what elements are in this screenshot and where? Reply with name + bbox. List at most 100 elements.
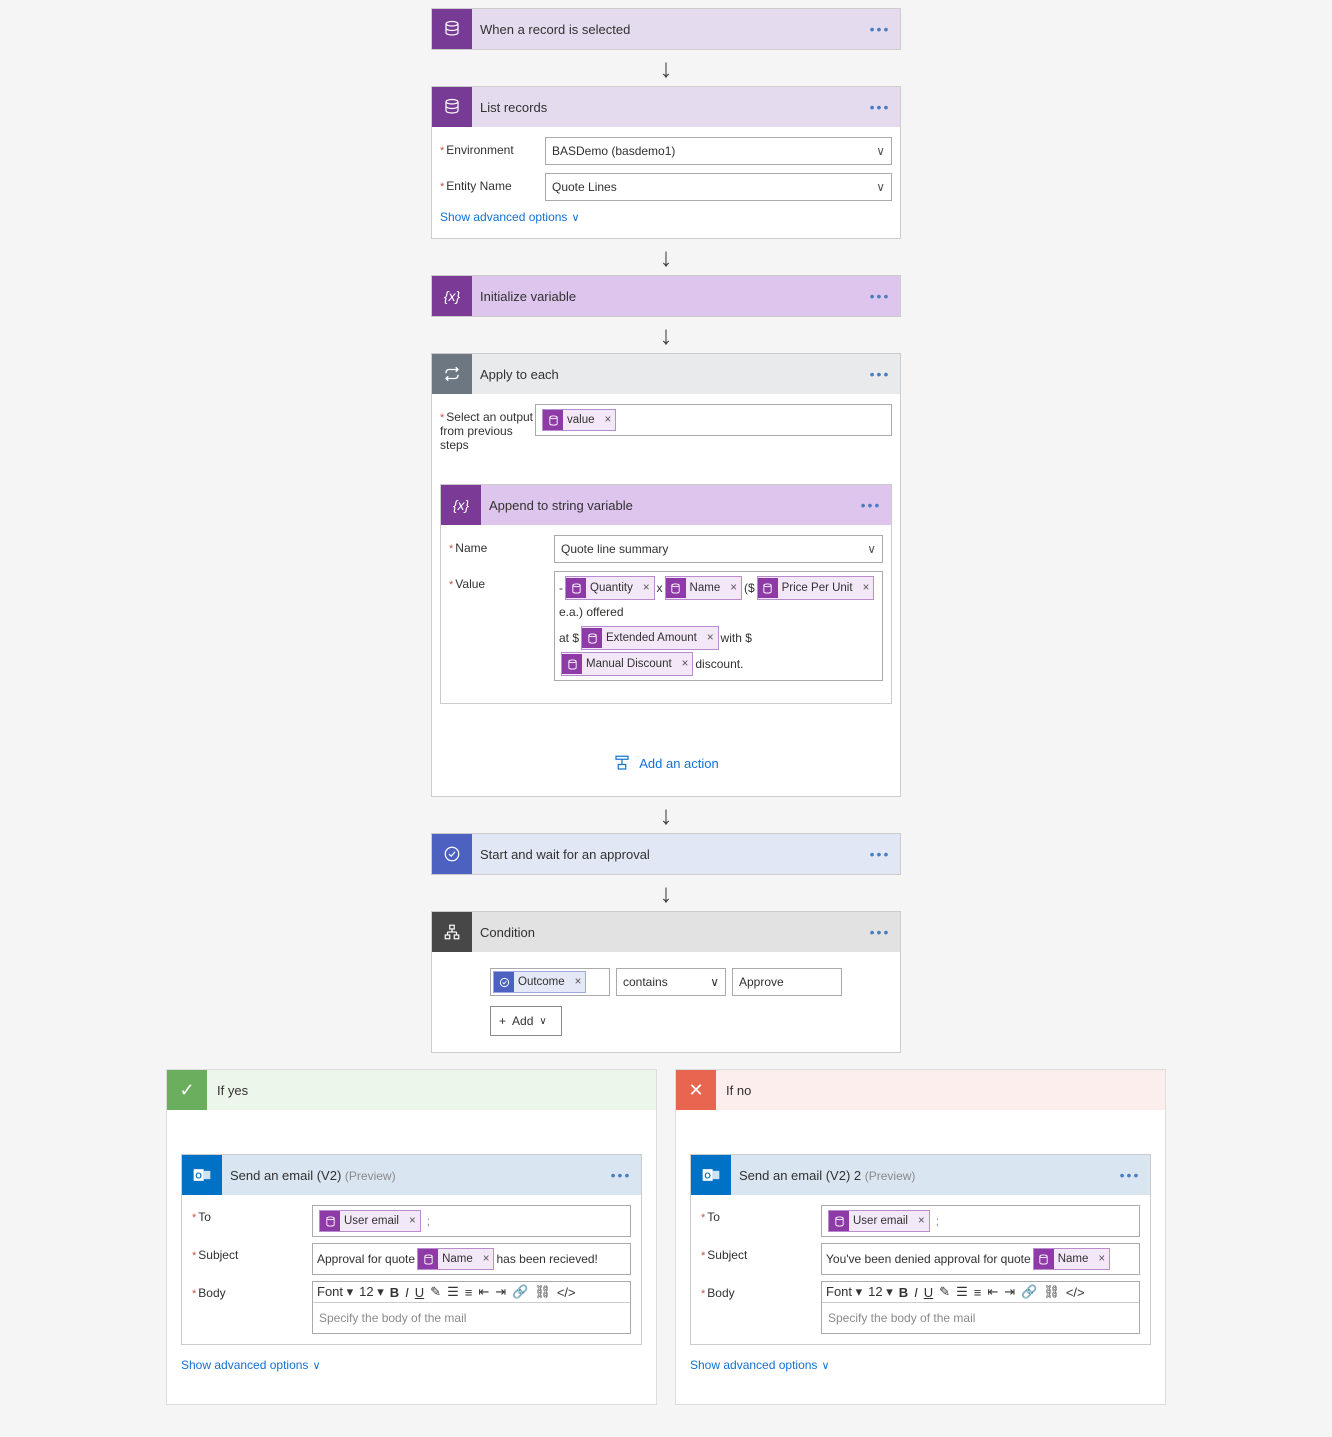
token-remove-icon[interactable]: × [859,577,874,599]
body-editor[interactable]: Font ▾ 12 ▾ B I U ✎ ☰ ≡ ⇤ ⇥ [821,1281,1140,1334]
body-label: Body [192,1281,312,1334]
arrow-icon: ↓ [660,317,673,353]
condition-card[interactable]: Condition ••• Outcome × contains ∨ Appro… [431,911,901,1053]
database-icon [1034,1249,1054,1269]
approval-menu-icon[interactable]: ••• [860,846,900,862]
add-action-button[interactable]: Add an action [440,740,892,782]
trigger-card[interactable]: When a record is selected ••• [431,8,901,50]
send-email-yes-card[interactable]: O Send an email (V2) (Preview) ••• To Us… [181,1154,642,1345]
condition-value-input[interactable]: Approve [732,968,842,996]
italic-icon[interactable]: I [405,1285,409,1300]
apply-to-each-card[interactable]: Apply to each ••• Select an output from … [431,353,901,797]
to-field[interactable]: User email× ; [821,1205,1140,1237]
link-icon[interactable]: 🔗 [1021,1284,1037,1300]
close-icon: ✕ [676,1070,716,1110]
size-dropdown[interactable]: 12 ▾ [868,1284,893,1300]
email-no-menu-icon[interactable]: ••• [1110,1167,1150,1183]
outcome-token[interactable]: Outcome × [493,971,586,993]
token-remove-icon[interactable]: × [703,627,718,649]
outdent-icon[interactable]: ⇤ [987,1284,998,1300]
check-icon: ✓ [167,1070,207,1110]
token-remove-icon[interactable]: × [405,1215,420,1227]
append-menu-icon[interactable]: ••• [851,497,891,513]
init-variable-card[interactable]: {x} Initialize variable ••• [431,275,901,317]
indent-icon[interactable]: ⇥ [495,1284,506,1300]
extended-amount-token[interactable]: Extended Amount× [581,626,719,650]
italic-icon[interactable]: I [914,1285,918,1300]
approval-card[interactable]: Start and wait for an approval ••• [431,833,901,875]
token-remove-icon[interactable]: × [914,1215,929,1227]
to-field[interactable]: User email× ; [312,1205,631,1237]
env-label: Environment [440,137,545,157]
subject-name-token[interactable]: Name× [417,1248,494,1270]
code-icon[interactable]: </> [557,1285,576,1300]
name-dropdown[interactable]: Quote line summary ∨ [554,535,883,563]
underline-icon[interactable]: U [924,1285,933,1300]
underline-icon[interactable]: U [415,1285,424,1300]
highlight-icon[interactable]: ✎ [430,1284,441,1300]
token-remove-icon[interactable]: × [571,976,586,988]
body-editor[interactable]: Font ▾ 12 ▾ B I U ✎ ☰ ≡ ⇤ ⇥ [312,1281,631,1334]
trigger-menu-icon[interactable]: ••• [860,21,900,37]
unlink-icon[interactable]: ⛓ [1043,1284,1060,1300]
quantity-token[interactable]: Quantity× [565,576,655,600]
subject-field[interactable]: Approval for quote Name× has been reciev… [312,1243,631,1275]
indent-icon[interactable]: ⇥ [1004,1284,1015,1300]
subject-field[interactable]: You've been denied approval for quote Na… [821,1243,1140,1275]
email-yes-menu-icon[interactable]: ••• [601,1167,641,1183]
size-dropdown[interactable]: 12 ▾ [359,1284,384,1300]
bullet-list-icon[interactable]: ☰ [956,1284,968,1300]
show-advanced-link[interactable]: Show advanced options∨ [440,210,580,224]
list-records-menu-icon[interactable]: ••• [860,99,900,115]
show-advanced-link[interactable]: Show advanced options∨ [181,1358,321,1372]
apply-menu-icon[interactable]: ••• [860,366,900,382]
subject-name-token[interactable]: Name× [1033,1248,1110,1270]
value-token[interactable]: value × [542,409,616,431]
variable-icon: {x} [441,485,481,525]
if-no-header[interactable]: ✕ If no [676,1070,1165,1110]
highlight-icon[interactable]: ✎ [939,1284,950,1300]
condition-left[interactable]: Outcome × [490,968,610,996]
number-list-icon[interactable]: ≡ [974,1285,982,1300]
link-icon[interactable]: 🔗 [512,1284,528,1300]
database-icon [758,578,778,598]
user-email-token[interactable]: User email× [319,1210,421,1232]
user-email-token[interactable]: User email× [828,1210,930,1232]
select-output-field[interactable]: value × [535,404,892,436]
bold-icon[interactable]: B [390,1285,399,1300]
chevron-down-icon: ∨ [571,211,579,224]
condition-menu-icon[interactable]: ••• [860,924,900,940]
name-token[interactable]: Name× [665,576,742,600]
flow-designer: When a record is selected ••• ↓ List rec… [8,8,1324,1405]
list-records-card[interactable]: List records ••• Environment BASDemo (ba… [431,86,901,239]
outdent-icon[interactable]: ⇤ [478,1284,489,1300]
show-advanced-link[interactable]: Show advanced options∨ [690,1358,830,1372]
chevron-down-icon: ∨ [710,975,719,989]
price-token[interactable]: Price Per Unit× [757,576,875,600]
append-variable-card[interactable]: {x} Append to string variable ••• Name Q… [440,484,892,704]
token-remove-icon[interactable]: × [601,414,616,426]
token-remove-icon[interactable]: × [726,577,741,599]
send-email-no-card[interactable]: O Send an email (V2) 2 (Preview) ••• To … [690,1154,1151,1345]
number-list-icon[interactable]: ≡ [465,1285,473,1300]
font-dropdown[interactable]: Font ▾ [317,1284,353,1300]
bold-icon[interactable]: B [899,1285,908,1300]
token-remove-icon[interactable]: × [678,653,693,675]
init-var-menu-icon[interactable]: ••• [860,288,900,304]
condition-branches: ✓ If yes O Send an email (V2) (Preview) … [166,1069,1166,1405]
code-icon[interactable]: </> [1066,1285,1085,1300]
if-yes-header[interactable]: ✓ If yes [167,1070,656,1110]
token-remove-icon[interactable]: × [1094,1253,1109,1265]
discount-token[interactable]: Manual Discount× [561,652,693,676]
env-dropdown[interactable]: BASDemo (basdemo1) ∨ [545,137,892,165]
entity-dropdown[interactable]: Quote Lines ∨ [545,173,892,201]
condition-operator-dropdown[interactable]: contains ∨ [616,968,726,996]
bullet-list-icon[interactable]: ☰ [447,1284,459,1300]
token-remove-icon[interactable]: × [639,577,654,599]
token-remove-icon[interactable]: × [479,1253,494,1265]
add-condition-button[interactable]: + Add ∨ [490,1006,562,1036]
font-dropdown[interactable]: Font ▾ [826,1284,862,1300]
value-field[interactable]: - Quantity× x Name× ($ Price Per Unit× e… [554,571,883,681]
if-yes-title: If yes [207,1083,248,1098]
unlink-icon[interactable]: ⛓ [534,1284,551,1300]
